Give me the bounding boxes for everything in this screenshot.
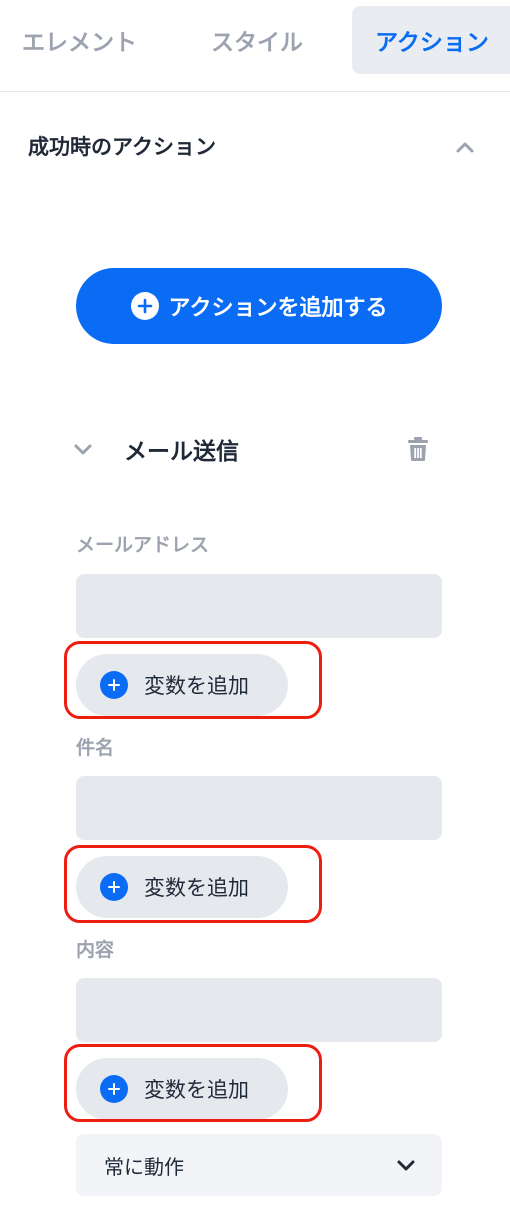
add-variable-label: 変数を追加 [144,1078,249,1102]
email-field[interactable] [76,574,442,638]
email-label: メールアドレス [76,534,210,556]
tab-style[interactable]: スタイル [178,6,336,74]
condition-select[interactable]: 常に動作 [76,1134,442,1196]
chevron-down-icon [397,1160,415,1171]
delete-action-button[interactable] [402,433,434,465]
plus-circle-icon [100,873,128,901]
tab-action[interactable]: アクション [352,6,510,74]
add-variable-label: 変数を追加 [144,674,249,698]
content-field[interactable] [76,978,442,1042]
add-variable-label: 変数を追加 [144,876,249,900]
trash-icon [408,437,428,461]
section-title: 成功時のアクション [28,135,216,159]
section-collapse-button[interactable] [450,132,480,162]
action-toggle-button[interactable] [68,434,98,464]
chevron-up-icon [456,142,474,153]
tab-elements[interactable]: エレメント [0,6,160,74]
plus-circle-icon [130,292,159,320]
chevron-down-icon [74,444,92,455]
content-label: 内容 [76,939,115,961]
plus-circle-icon [100,1075,128,1103]
add-action-label: アクションを追加する [168,296,388,321]
add-variable-button-email[interactable]: 変数を追加 [76,654,288,716]
condition-select-value: 常に動作 [104,1154,184,1179]
action-title: メール送信 [124,439,239,465]
add-variable-button-subject[interactable]: 変数を追加 [76,856,288,918]
tab-bar: エレメント スタイル アクション [0,0,510,92]
plus-circle-icon [100,671,128,699]
subject-label: 件名 [76,737,115,759]
add-variable-button-content[interactable]: 変数を追加 [76,1058,288,1120]
add-action-button[interactable]: アクションを追加する [76,268,442,344]
subject-field[interactable] [76,776,442,840]
